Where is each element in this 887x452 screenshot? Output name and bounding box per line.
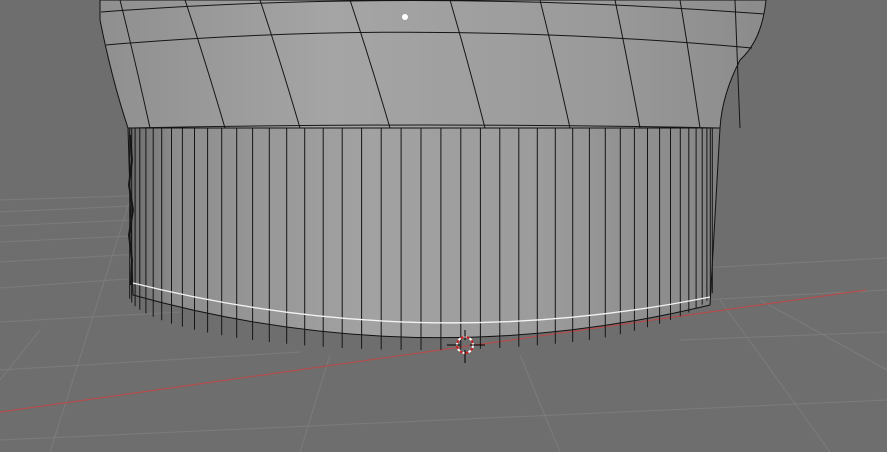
mesh-cylinder[interactable] xyxy=(127,124,721,350)
viewport-canvas[interactable] xyxy=(0,0,887,452)
mesh-dome[interactable] xyxy=(99,0,767,129)
vertex-point xyxy=(402,14,408,20)
3d-viewport[interactable] xyxy=(0,0,887,452)
